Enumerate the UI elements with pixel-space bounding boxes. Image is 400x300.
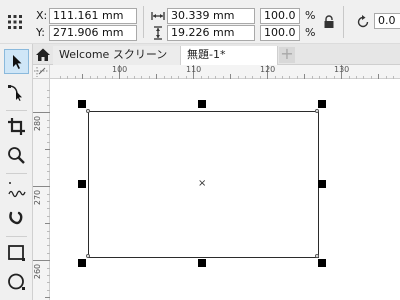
pick-tool[interactable]: [4, 49, 29, 74]
brush-curve-icon: [9, 211, 23, 225]
toolbox-separator: [6, 173, 27, 174]
toolbox-separator: [6, 110, 27, 111]
selection-handle-top[interactable]: [198, 100, 206, 108]
lock-ratio-icon[interactable]: [323, 15, 335, 29]
scale-x-field[interactable]: 100.0: [260, 8, 300, 24]
ellipse-icon: [8, 273, 25, 290]
crop-icon: [8, 118, 25, 135]
object-position-icon: [8, 15, 22, 29]
home-tab[interactable]: [33, 45, 53, 65]
rectangle-corner-node[interactable]: [315, 254, 319, 258]
x-label: X:: [36, 9, 48, 22]
toolbox-separator: [6, 236, 27, 237]
ruler-origin-corner[interactable]: [33, 65, 50, 79]
object-height-field[interactable]: 19.226 mm: [167, 25, 255, 41]
center-marker: ×: [198, 178, 207, 189]
x-position-field[interactable]: 111.161 mm: [49, 8, 137, 24]
selection-handle-bottom-right[interactable]: [318, 259, 326, 267]
scale-y-field[interactable]: 100.0: [260, 25, 300, 41]
zoom-tool[interactable]: [4, 143, 29, 168]
selection-handle-top-left[interactable]: [78, 100, 86, 108]
rotation-angle-field[interactable]: 0.0: [374, 13, 400, 29]
document-tab-bar: Welcome スクリーン 無題-1* +: [33, 44, 400, 65]
scale-y-unit: %: [305, 26, 316, 39]
selection-handle-bottom-left[interactable]: [78, 259, 86, 267]
magnifier-icon: [8, 147, 25, 164]
object-width-field[interactable]: 30.339 mm: [167, 8, 255, 24]
home-icon: [36, 48, 50, 61]
shape-edit-icon: [8, 85, 22, 101]
h-ruler-label: 120: [260, 65, 276, 74]
y-label: Y:: [36, 26, 45, 39]
selection-handle-right[interactable]: [318, 180, 326, 188]
object-width-icon: [151, 12, 165, 20]
v-ruler-label: 270: [33, 189, 43, 206]
object-height-icon: [154, 26, 162, 40]
ruler-origin-icon: [34, 67, 48, 77]
rectangle-corner-node[interactable]: [315, 109, 319, 113]
y-position-field[interactable]: 271.906 mm: [49, 25, 137, 41]
tab-untitled-1[interactable]: 無題-1*: [180, 46, 278, 65]
vertical-ruler[interactable]: 280 270 260: [33, 79, 50, 300]
add-tab-button[interactable]: +: [279, 46, 295, 63]
horizontal-ruler[interactable]: 100 110 120 130: [50, 65, 400, 79]
crop-tool[interactable]: [4, 114, 29, 139]
h-ruler-label: 110: [186, 65, 202, 74]
h-ruler-label: 100: [112, 65, 128, 74]
toolbox: [0, 44, 33, 300]
rectangle-tool[interactable]: [4, 240, 29, 265]
toolbar-separator: [343, 6, 344, 38]
v-ruler-label: 280: [33, 115, 43, 132]
toolbar-separator: [143, 6, 144, 38]
rotation-angle-icon: [357, 15, 369, 28]
selection-handle-left[interactable]: [78, 180, 86, 188]
shape-tool[interactable]: [4, 80, 29, 105]
scale-x-unit: %: [305, 9, 316, 22]
selection-handle-bottom[interactable]: [198, 259, 206, 267]
freehand-tool[interactable]: [4, 177, 29, 202]
h-ruler-label: 130: [334, 65, 350, 74]
selection-handle-top-right[interactable]: [318, 100, 326, 108]
property-bar: X: 111.161 mm Y: 271.906 mm 30.339 mm 19…: [0, 0, 400, 44]
artistic-media-tool[interactable]: [4, 206, 29, 231]
freehand-curve-icon: [8, 182, 26, 198]
v-ruler-label: 260: [33, 263, 43, 280]
pointer-arrow-icon: [13, 55, 22, 69]
drawing-canvas[interactable]: ×: [51, 80, 400, 300]
tab-welcome-screen[interactable]: Welcome スクリーン: [53, 46, 180, 65]
rectangle-icon: [8, 245, 25, 261]
rectangle-corner-node[interactable]: [86, 109, 90, 113]
rectangle-corner-node[interactable]: [86, 254, 90, 258]
ellipse-tool[interactable]: [4, 269, 29, 294]
